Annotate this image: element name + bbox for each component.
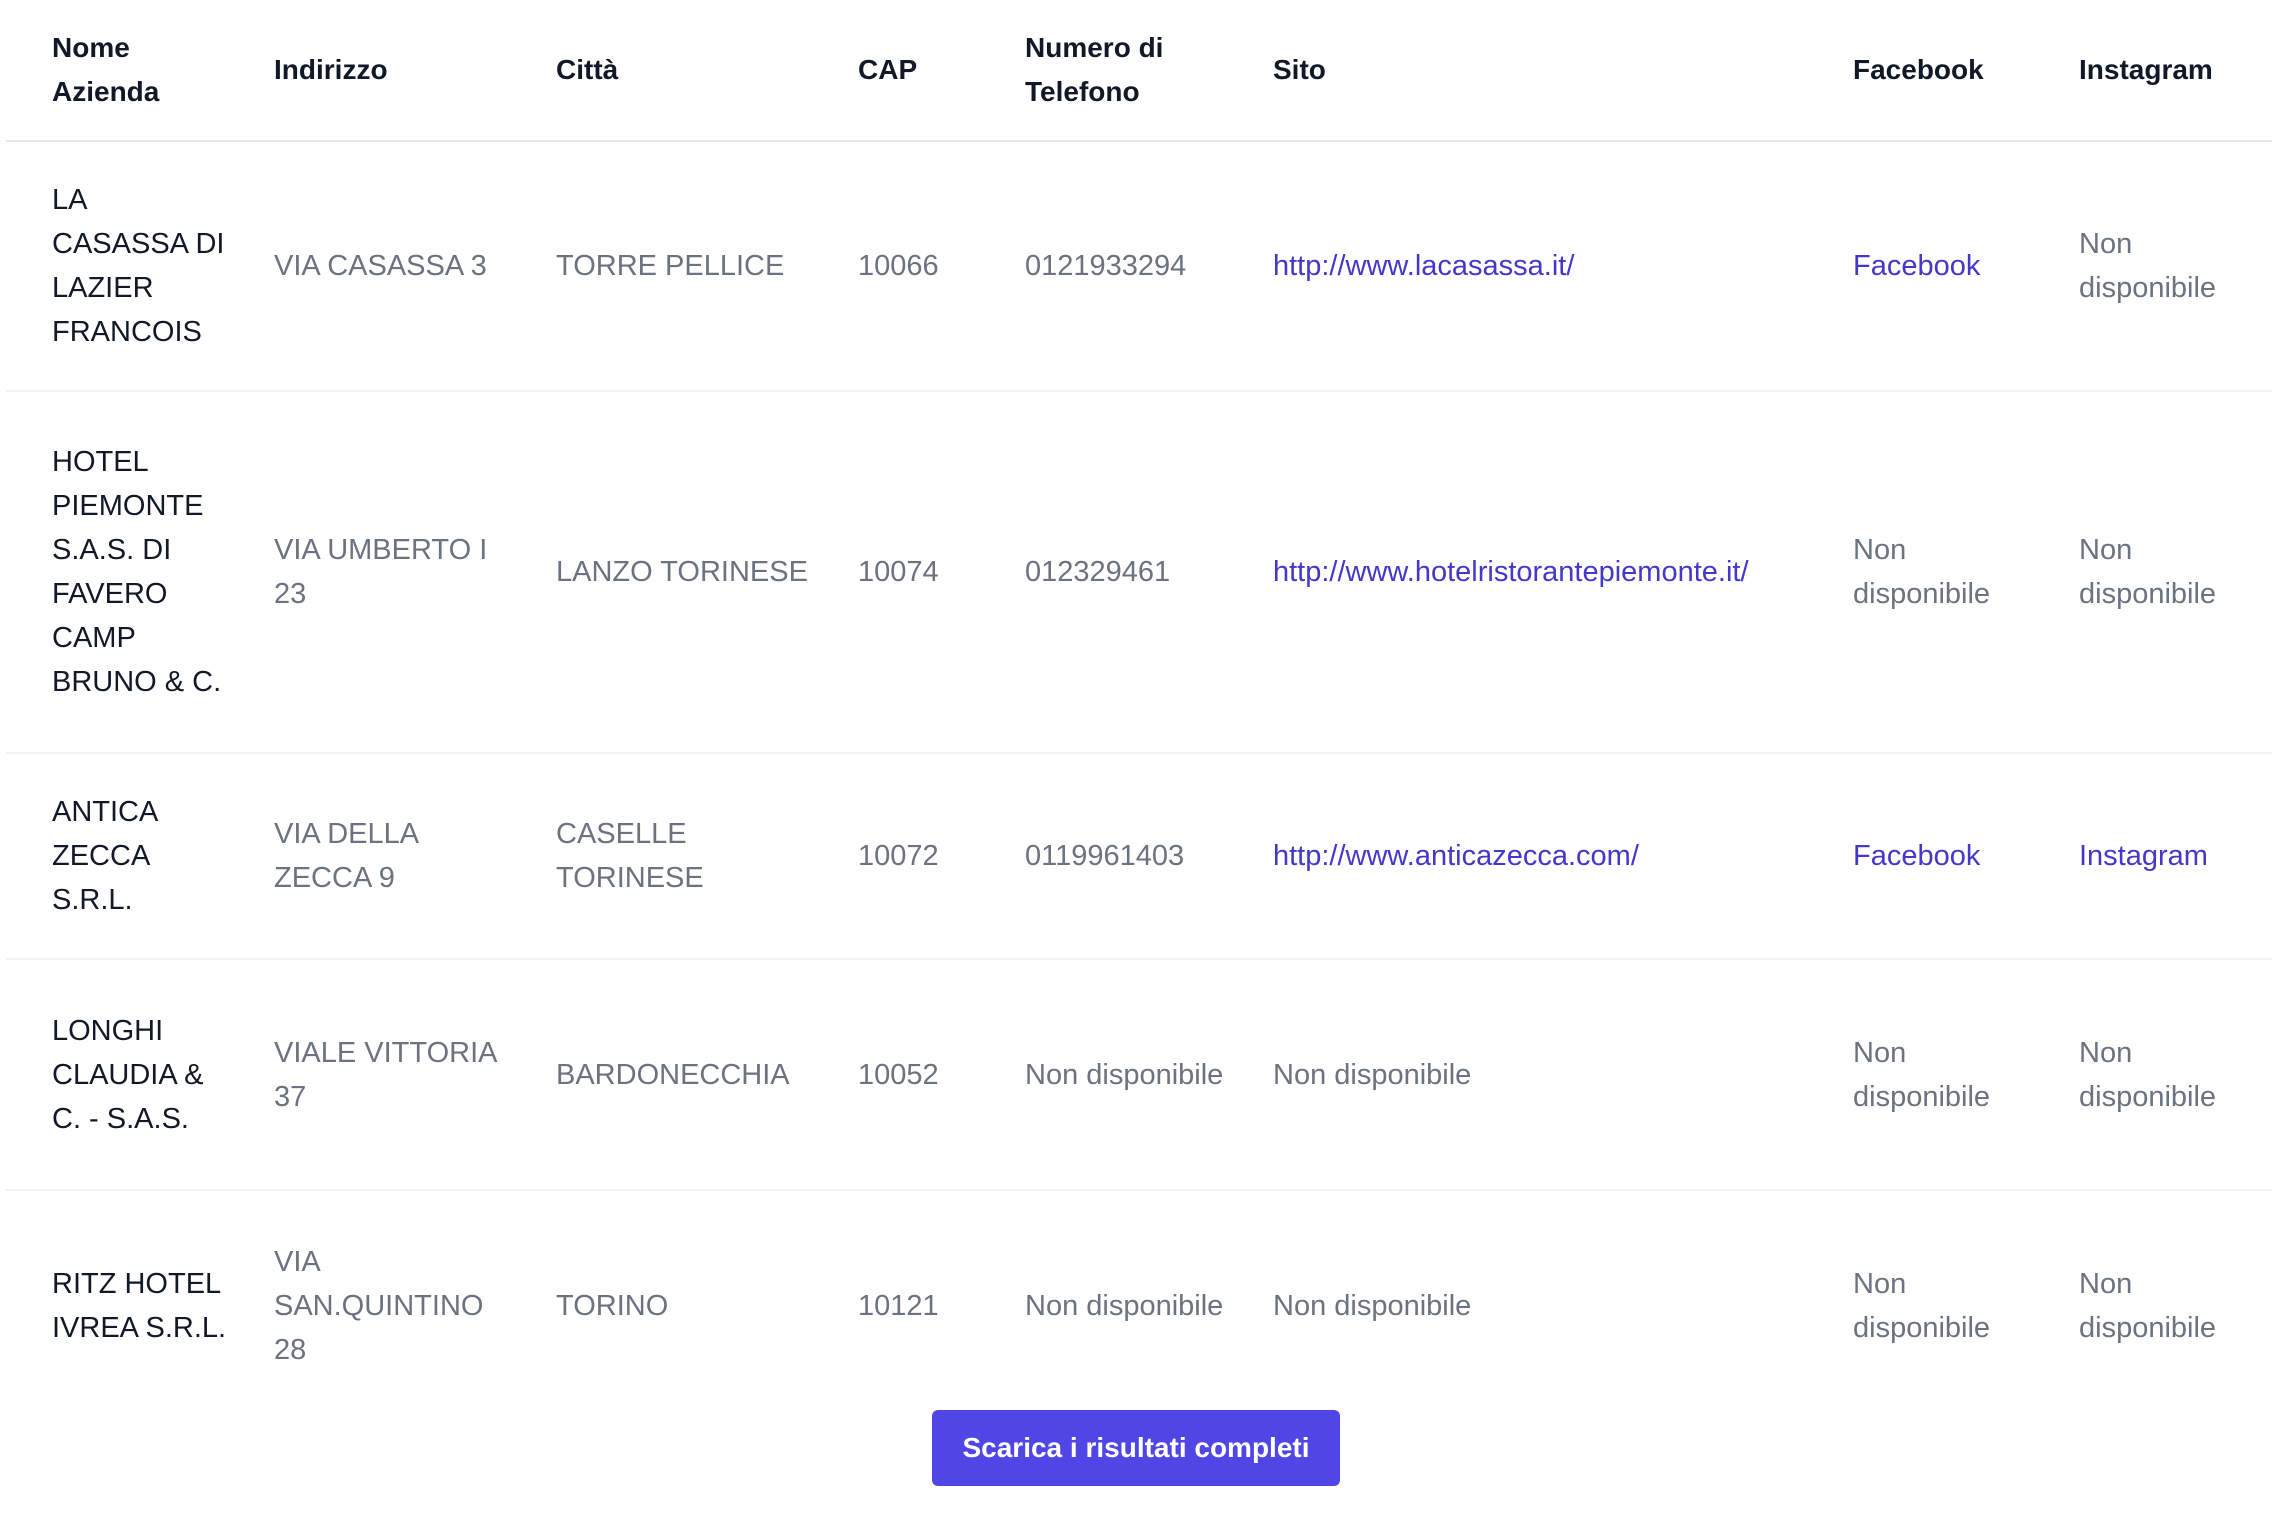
header-instagram: Instagram [2079, 54, 2213, 85]
cell-cap: 10072 [858, 840, 939, 872]
cell-nome-azienda: LA CASASSA DI LAZIER FRANCOIS [52, 184, 225, 348]
cell-sito: http://www.anticazecca.com/ [1227, 753, 1807, 959]
cell-cap: 10066 [858, 250, 939, 282]
table-row: LONGHI CLAUDIA & C. - S.A.S. VIALE VITTO… [6, 959, 2272, 1190]
header-nome-azienda: Nome Azienda [52, 32, 160, 107]
cell-nome-azienda: RITZ HOTEL IVREA S.R.L. [52, 1267, 227, 1344]
table-row: LA CASASSA DI LAZIER FRANCOIS VIA CASASS… [6, 141, 2272, 391]
cell-telefono: 0121933294 [1025, 250, 1187, 282]
results-table: Nome Azienda Indirizzo Città CAP Numero … [6, 0, 2272, 1420]
cell-instagram: Non disponibile [2079, 534, 2217, 610]
instagram-link[interactable]: Instagram [2079, 840, 2208, 872]
cell-indirizzo: VIA UMBERTO I 23 [274, 534, 488, 610]
cell-telefono: 012329461 [1025, 556, 1171, 588]
cell-indirizzo: VIALE VITTORIA 37 [274, 1036, 496, 1113]
table-row: ANTICA ZECCA S.R.L. VIA DELLA ZECCA 9 CA… [6, 753, 2272, 959]
header-facebook: Facebook [1853, 54, 1984, 85]
cell-facebook: Facebook [1807, 141, 2033, 391]
cell-sito: http://www.lacasassa.it/ [1227, 141, 1807, 391]
download-results-button[interactable]: Scarica i risultati completi [932, 1410, 1340, 1486]
cell-telefono: Non disponibile [1025, 1289, 1224, 1322]
cell-instagram: Instagram [2033, 753, 2272, 959]
cell-instagram: Non disponibile [2079, 1036, 2217, 1113]
cell-nome-azienda: HOTEL PIEMONTE S.A.S. DI FAVERO CAMP BRU… [52, 446, 222, 698]
results-page: Nome Azienda Indirizzo Città CAP Numero … [0, 0, 2294, 1536]
header-cap: CAP [858, 54, 918, 85]
website-link[interactable]: http://www.anticazecca.com/ [1273, 840, 1639, 872]
header-indirizzo: Indirizzo [274, 54, 388, 85]
cell-citta: TORRE PELLICE [556, 250, 785, 282]
cell-citta: CASELLE TORINESE [556, 818, 704, 894]
cell-facebook: Non disponibile [1853, 1267, 1991, 1344]
website-link[interactable]: http://www.lacasassa.it/ [1273, 250, 1574, 282]
cell-indirizzo: VIA CASASSA 3 [274, 250, 487, 282]
cell-citta: BARDONECCHIA [556, 1058, 790, 1091]
cell-indirizzo: VIA DELLA ZECCA 9 [274, 818, 418, 894]
cell-citta: LANZO TORINESE [556, 556, 808, 588]
facebook-link[interactable]: Facebook [1853, 250, 1980, 282]
cell-indirizzo: VIA SAN.QUINTINO 28 [274, 1245, 484, 1366]
cell-cap: 10074 [858, 556, 939, 588]
table-row: RITZ HOTEL IVREA S.R.L. VIA SAN.QUINTINO… [6, 1190, 2272, 1420]
cell-nome-azienda: ANTICA ZECCA S.R.L. [52, 796, 157, 916]
cell-citta: TORINO [556, 1289, 669, 1322]
cell-cap: 10052 [858, 1058, 939, 1091]
table-header: Nome Azienda Indirizzo Città CAP Numero … [6, 0, 2272, 141]
cell-sito: Non disponibile [1273, 1058, 1472, 1091]
header-numero-di-telefono: Numero di Telefono [1025, 32, 1164, 107]
header-sito: Sito [1273, 54, 1326, 85]
cell-telefono: Non disponibile [1025, 1058, 1224, 1091]
cell-nome-azienda: LONGHI CLAUDIA & C. - S.A.S. [52, 1014, 204, 1135]
header-row: Nome Azienda Indirizzo Città CAP Numero … [6, 0, 2272, 141]
facebook-link[interactable]: Facebook [1853, 840, 1980, 872]
cell-sito: Non disponibile [1273, 1289, 1472, 1322]
cell-cap: 10121 [858, 1289, 939, 1322]
website-link[interactable]: http://www.hotelristorantepiemonte.it/ [1273, 556, 1749, 588]
table-row: HOTEL PIEMONTE S.A.S. DI FAVERO CAMP BRU… [6, 391, 2272, 753]
header-citta: Città [556, 54, 619, 85]
cell-sito: http://www.hotelristorantepiemonte.it/ [1227, 391, 1807, 753]
download-area: Scarica i risultati completi [0, 1410, 2272, 1486]
table-body: LA CASASSA DI LAZIER FRANCOIS VIA CASASS… [6, 141, 2272, 1420]
cell-telefono: 0119961403 [1025, 840, 1185, 872]
cell-facebook: Non disponibile [1853, 1036, 1991, 1113]
cell-facebook: Non disponibile [1853, 534, 1991, 610]
cell-instagram: Non disponibile [2079, 1267, 2217, 1344]
cell-facebook: Facebook [1807, 753, 2033, 959]
cell-instagram: Non disponibile [2079, 228, 2217, 304]
